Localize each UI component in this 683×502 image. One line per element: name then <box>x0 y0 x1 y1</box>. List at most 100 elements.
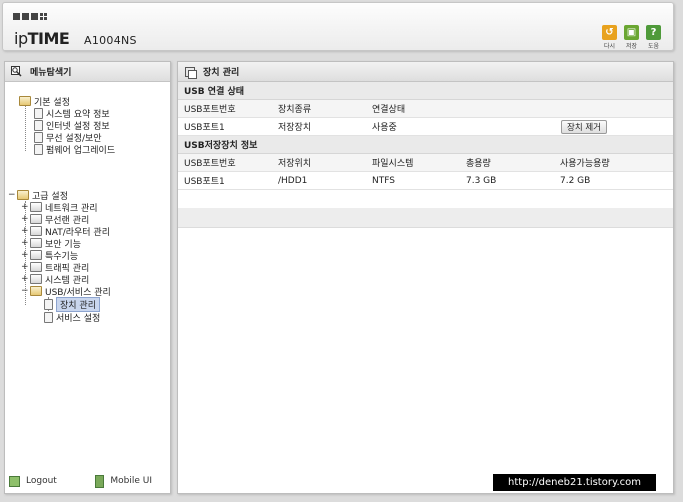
save-icon: ▣ <box>624 25 639 40</box>
column-header: 총용량 <box>466 159 491 169</box>
tree-item-label: 펌웨어 업그레이드 <box>46 145 116 156</box>
brand-light: ip <box>14 29 28 48</box>
tree-item-system-summary[interactable]: 시스템 요약 정보 <box>34 107 110 120</box>
tree-advanced-settings[interactable]: − 고급 설정 <box>8 189 68 202</box>
tree-item-wireless-security[interactable]: 무선 설정/보안 <box>34 131 102 144</box>
tree-item-wlan[interactable]: + 무선랜 관리 <box>21 213 89 226</box>
mobile-ui-label: Mobile UI <box>110 476 152 486</box>
model-name: A1004NS <box>84 34 137 47</box>
tree-item-system[interactable]: + 시스템 관리 <box>21 273 89 286</box>
magnifier-icon <box>11 66 22 77</box>
page-icon <box>44 311 53 323</box>
folder-icon <box>19 96 31 106</box>
expand-toggle[interactable]: + <box>21 250 29 260</box>
tree-item-network[interactable]: + 네트워크 관리 <box>21 201 98 214</box>
column-header: USB포트번호 <box>184 159 236 169</box>
table-cell: 저장장치 <box>278 123 312 133</box>
window-icon <box>185 66 197 79</box>
tree-item-traffic[interactable]: + 트래픽 관리 <box>21 261 89 274</box>
router-icon <box>30 226 42 236</box>
column-header: 연결상태 <box>372 105 406 115</box>
expand-toggle[interactable]: + <box>21 262 29 272</box>
main-panel: 장치 관리 USB 연결 상태 USB포트번호 장치종류 연결상태 USB포트1… <box>177 61 674 494</box>
table-row: USB포트1 /HDD1 NTFS 7.3 GB 7.2 GB <box>178 172 673 190</box>
tree-item-usb-service[interactable]: − USB/서비스 관리 <box>21 285 111 298</box>
column-header: 파일시스템 <box>372 159 414 169</box>
collapse-toggle[interactable]: − <box>8 190 16 200</box>
table-cell: USB포트1 <box>184 177 225 187</box>
page-title-bar: 장치 관리 <box>178 62 673 82</box>
table-cell: 사용중 <box>372 123 397 133</box>
tree-item-service-settings[interactable]: 서비스 설정 <box>44 311 101 324</box>
undo-button[interactable]: ↺ 다시 <box>601 25 618 50</box>
tree-item-device-management[interactable]: 장치 관리 <box>44 296 100 312</box>
column-header: 저장위치 <box>278 159 312 169</box>
header-buttons: ↺ 다시 ▣ 저장 ? 도움 <box>601 25 662 50</box>
table-cell: NTFS <box>372 175 395 186</box>
tree-item-label: 서비스 설정 <box>56 313 101 324</box>
help-label: 도움 <box>647 43 660 50</box>
expand-toggle[interactable]: + <box>21 202 29 212</box>
system-icon <box>30 274 42 284</box>
tree-basic-settings[interactable]: 기본 설정 <box>19 95 70 108</box>
expand-toggle[interactable]: + <box>21 274 29 284</box>
top-header: ipTIME A1004NS ↺ 다시 ▣ 저장 ? 도움 <box>2 2 674 51</box>
table-cell: 7.3 GB <box>466 175 497 186</box>
menu-explorer: 메뉴탐색기 기본 설정 시스템 요약 정보 인터넷 설정 정보 무선 설정/보안… <box>4 61 171 494</box>
watermark: http://deneb21.tistory.com <box>493 474 656 491</box>
usb-storage-section: USB저장장치 정보 <box>178 136 673 154</box>
table-footer-band <box>178 208 673 228</box>
table-cell: /HDD1 <box>278 175 308 186</box>
folder-icon <box>30 286 42 296</box>
folder-icon <box>17 190 29 200</box>
network-icon <box>30 202 42 212</box>
page-icon <box>34 131 43 143</box>
mobile-icon <box>95 474 105 488</box>
tree-item-label: 장치 관리 <box>56 296 100 312</box>
usb-status-section: USB 연결 상태 <box>178 82 673 100</box>
logout-link[interactable]: Logout <box>9 475 57 487</box>
column-header: 장치종류 <box>278 105 312 115</box>
brand-bold: TIME <box>27 29 70 48</box>
logout-icon <box>9 475 20 487</box>
menu-explorer-label: 메뉴탐색기 <box>30 68 72 78</box>
tree-item-firmware-upgrade[interactable]: 펌웨어 업그레이드 <box>34 143 116 156</box>
table-cell: USB포트1 <box>184 123 225 133</box>
help-button[interactable]: ? 도움 <box>645 25 662 50</box>
tree-item-nat-router[interactable]: + NAT/라우터 관리 <box>21 225 110 238</box>
page-icon <box>34 107 43 119</box>
logout-label: Logout <box>26 476 57 486</box>
column-header: 사용가능용량 <box>560 159 610 169</box>
tree-item-security[interactable]: + 보안 기능 <box>21 237 81 250</box>
brand-logo: ipTIME <box>14 29 70 48</box>
usb-status-header-row: USB포트번호 장치종류 연결상태 <box>178 100 673 118</box>
special-icon <box>30 250 42 260</box>
expand-toggle[interactable]: + <box>21 214 29 224</box>
save-button[interactable]: ▣ 저장 <box>623 25 640 50</box>
expand-toggle[interactable]: + <box>21 226 29 236</box>
traffic-icon <box>30 262 42 272</box>
sidebar-footer: Logout Mobile UI <box>5 473 170 489</box>
column-header: USB포트번호 <box>184 105 236 115</box>
page-icon <box>34 143 43 155</box>
save-label: 저장 <box>625 43 638 50</box>
remove-device-button[interactable]: 장치 제거 <box>561 120 607 134</box>
undo-icon: ↺ <box>602 25 617 40</box>
menu-explorer-title: 메뉴탐색기 <box>5 62 170 82</box>
undo-label: 다시 <box>603 43 616 50</box>
usb-storage-header-row: USB포트번호 저장위치 파일시스템 총용량 사용가능용량 <box>178 154 673 172</box>
tree-item-special[interactable]: + 특수기능 <box>21 249 78 262</box>
tree-item-internet-info[interactable]: 인터넷 설정 정보 <box>34 119 110 132</box>
table-cell: 7.2 GB <box>560 175 591 186</box>
expand-toggle[interactable]: + <box>21 238 29 248</box>
page-icon <box>44 298 53 310</box>
collapse-toggle[interactable]: − <box>21 286 29 296</box>
help-icon: ? <box>646 25 661 40</box>
page-icon <box>34 119 43 131</box>
page-title: 장치 관리 <box>203 68 240 78</box>
mobile-ui-link[interactable]: Mobile UI <box>95 474 152 488</box>
wireless-icon <box>30 214 42 224</box>
table-row: USB포트1 저장장치 사용중 장치 제거 <box>178 118 673 136</box>
lock-icon <box>30 238 42 248</box>
